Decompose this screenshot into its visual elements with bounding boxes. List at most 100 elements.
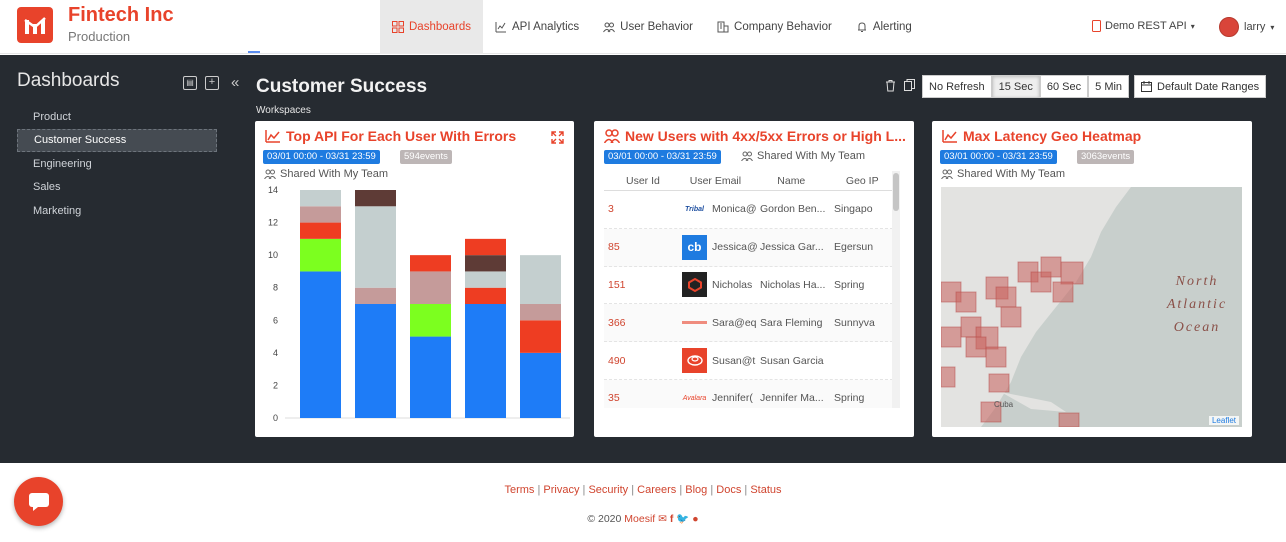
- refresh-60s-button[interactable]: 60 Sec: [1039, 75, 1089, 98]
- geo-heatmap[interactable]: North Atlantic Ocean Cuba Leaflet: [941, 187, 1242, 427]
- event-count-badge: 3063events: [1077, 150, 1135, 164]
- y-tick-label: 6: [273, 315, 278, 325]
- trash-icon[interactable]: [885, 79, 896, 92]
- user-name: Jennifer Ma...: [760, 392, 824, 405]
- environment-label[interactable]: Production: [68, 29, 130, 44]
- footer-links: Terms | Privacy | Security | Careers | B…: [504, 484, 782, 496]
- user-id-link[interactable]: 366: [604, 317, 682, 329]
- sidebar-item-sales[interactable]: Sales: [17, 176, 217, 200]
- refresh-5m-button[interactable]: 5 Min: [1088, 75, 1130, 98]
- bar-segment: [410, 271, 451, 304]
- app-selector-dropdown[interactable]: Demo REST API ▾: [1092, 20, 1195, 32]
- table-row[interactable]: 151 Nicholas Nicholas Ha... Spring: [604, 267, 893, 305]
- ocean-label-1: North: [1175, 274, 1219, 289]
- nav-dashboards[interactable]: Dashboards: [380, 0, 484, 54]
- sidebar-item-engineering[interactable]: Engineering: [17, 152, 217, 176]
- user-id-link[interactable]: 151: [604, 279, 682, 291]
- table-row[interactable]: 35 Avalara Jennifer( Jennifer Ma... Spri…: [604, 379, 893, 408]
- date-range-button[interactable]: Default Date Ranges: [1134, 75, 1267, 98]
- map-canvas[interactable]: North Atlantic Ocean Cuba: [941, 187, 1242, 427]
- table-row[interactable]: 85 cb Jessica@ Jessica Gar... Egersun: [604, 228, 893, 267]
- scrollbar-thumb[interactable]: [893, 173, 899, 211]
- nav-api-analytics[interactable]: API Analytics: [483, 0, 591, 54]
- table-card-new-users: New Users with 4xx/5xx Errors or High L.…: [594, 121, 914, 437]
- bar-segment: [465, 255, 506, 272]
- company-link[interactable]: Moesif: [624, 513, 655, 525]
- nav-label: Alerting: [872, 21, 912, 33]
- footer-link-blog[interactable]: Blog: [685, 484, 707, 496]
- company-logo-icon: cb: [682, 234, 712, 260]
- footer-link-status[interactable]: Status: [750, 484, 781, 496]
- table-row[interactable]: 366 Sara@eq Sara Fleming Sunnyva: [604, 304, 893, 343]
- user-id-link[interactable]: 3: [604, 203, 682, 215]
- table-row[interactable]: 490 Susan@t Susan Garcia: [604, 342, 893, 380]
- refresh-15s-button[interactable]: 15 Sec: [991, 75, 1040, 98]
- stacked-bar-chart: 0 2 4 6 8 10 12 14: [268, 185, 570, 423]
- y-tick-label: 8: [273, 283, 278, 293]
- date-range-label: Default Date Ranges: [1157, 80, 1260, 93]
- nav-company-behavior[interactable]: Company Behavior: [705, 0, 844, 54]
- footer-link-security[interactable]: Security: [588, 484, 628, 496]
- card-title[interactable]: Max Latency Geo Heatmap: [942, 128, 1141, 144]
- user-id-link[interactable]: 490: [604, 355, 682, 367]
- add-dashboard-icon[interactable]: +: [205, 75, 219, 90]
- chat-button[interactable]: [14, 477, 63, 526]
- users-table: User Id User Email Name Geo IP 3 Tribal …: [604, 171, 893, 408]
- dashboard-layout-icon[interactable]: ▤: [183, 75, 197, 90]
- ocean-label-3: Ocean: [1174, 320, 1221, 335]
- shared-label: Shared With My Team: [264, 168, 388, 180]
- footer-link-docs[interactable]: Docs: [716, 484, 741, 496]
- card-title[interactable]: New Users with 4xx/5xx Errors or High L.…: [604, 128, 906, 144]
- map-attribution[interactable]: Leaflet: [1208, 416, 1239, 425]
- nav-alerting[interactable]: Alerting: [844, 0, 924, 54]
- user-id-link[interactable]: 35: [604, 392, 682, 404]
- col-user-email[interactable]: User Email: [676, 175, 774, 187]
- card-title[interactable]: Top API For Each User With Errors: [265, 128, 516, 144]
- bar-segment: [465, 287, 506, 304]
- email-icon[interactable]: ✉: [658, 513, 667, 525]
- collapse-sidebar-icon[interactable]: «: [231, 74, 239, 91]
- copy-icon[interactable]: [904, 79, 915, 92]
- brand-name[interactable]: Fintech Inc: [68, 4, 174, 27]
- col-name[interactable]: Name: [773, 175, 836, 187]
- bar-segment: [520, 320, 561, 353]
- table-body: 3 Tribal Monica@ Gordon Ben... Singapo 8…: [604, 191, 893, 408]
- bell-icon: [857, 22, 866, 32]
- chart-icon: [495, 22, 507, 33]
- shared-text: Shared With My Team: [280, 168, 389, 180]
- sidebar-item-marketing[interactable]: Marketing: [17, 199, 217, 223]
- expand-icon[interactable]: [551, 131, 564, 144]
- sidebar-item-customer-success[interactable]: Customer Success: [17, 128, 217, 152]
- user-name: Sara Fleming: [760, 316, 823, 329]
- footer-link-careers[interactable]: Careers: [637, 484, 676, 496]
- refresh-selector: No Refresh 15 Sec 60 Sec 5 Min: [922, 75, 1130, 98]
- github-icon[interactable]: ●: [692, 513, 698, 525]
- col-geo-ip[interactable]: Geo IP: [836, 175, 893, 187]
- chart-icon: [265, 130, 280, 143]
- table-row[interactable]: 3 Tribal Monica@ Gordon Ben... Singapo: [604, 191, 893, 229]
- col-user-id[interactable]: User Id: [604, 175, 676, 187]
- nav-label: User Behavior: [620, 21, 694, 33]
- calendar-icon: [1141, 81, 1152, 92]
- card-title-text: New Users with 4xx/5xx Errors or High L.…: [625, 128, 906, 144]
- company-logo-icon: [682, 348, 712, 374]
- table-scrollbar[interactable]: [892, 171, 900, 408]
- refresh-none-button[interactable]: No Refresh: [922, 75, 992, 98]
- caret-down-icon: ▾: [1190, 21, 1195, 31]
- nav-label: Company Behavior: [734, 21, 832, 33]
- sidebar-item-product[interactable]: Product: [17, 105, 217, 129]
- user-id-link[interactable]: 85: [604, 241, 682, 253]
- facebook-icon[interactable]: f: [670, 513, 674, 525]
- bar-segment: [300, 222, 341, 239]
- twitter-icon[interactable]: 🐦: [676, 513, 689, 525]
- bar-segment: [465, 271, 506, 288]
- users-icon: [264, 169, 276, 179]
- footer-link-terms[interactable]: Terms: [504, 484, 534, 496]
- app-selector-label: Demo REST API: [1105, 20, 1187, 32]
- nav-user-behavior[interactable]: User Behavior: [591, 0, 705, 54]
- user-email: Jennifer(: [712, 392, 753, 405]
- footer-link-privacy[interactable]: Privacy: [543, 484, 579, 496]
- user-name: Jessica Gar...: [760, 241, 824, 254]
- brand-logo-icon[interactable]: [17, 7, 53, 43]
- user-menu[interactable]: larry ▾: [1219, 17, 1274, 37]
